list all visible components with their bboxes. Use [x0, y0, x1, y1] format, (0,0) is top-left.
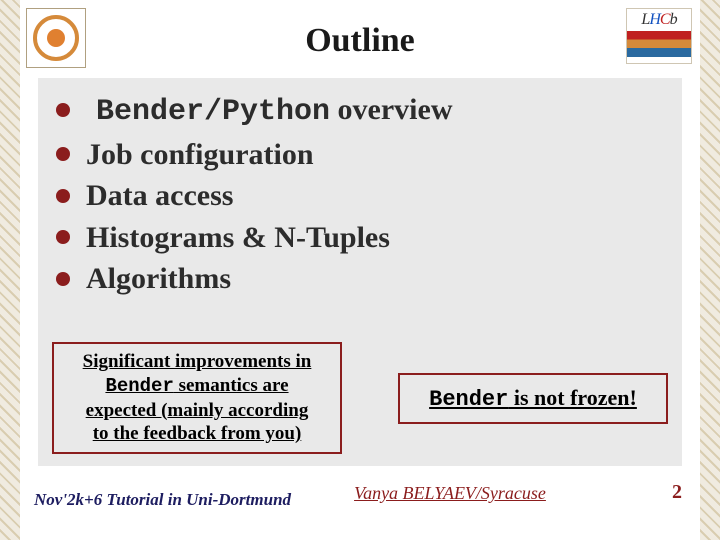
- bullet-text: overview: [330, 93, 452, 126]
- lhcb-h: H: [649, 11, 660, 28]
- lhcb-bands-icon: [626, 31, 692, 57]
- decor-border-right: [700, 0, 720, 540]
- content-area: Bender/Python overview Job configuration…: [38, 78, 682, 466]
- callout-text: is not frozen!: [508, 385, 637, 410]
- callout-line: to the feedback from you): [60, 422, 334, 446]
- callout-line: Bender semantics are: [60, 374, 334, 399]
- bullet-mono: Bender/Python: [96, 95, 330, 129]
- lhcb-b: b: [670, 11, 677, 28]
- bullet-list: Bender/Python overview Job configuration…: [56, 90, 670, 299]
- bullet-text: Data access: [86, 179, 233, 212]
- bullet-item: Bender/Python overview: [56, 90, 670, 133]
- slide-title: Outline: [30, 22, 690, 60]
- lhcb-logo-text: LHCb: [627, 11, 691, 29]
- callout-mono: Bender: [429, 387, 508, 412]
- callout-mono: Bender: [105, 375, 173, 397]
- decor-border-left: [0, 0, 20, 540]
- bullet-item: Algorithms: [56, 259, 670, 299]
- not-frozen-callout: Bender is not frozen!: [398, 373, 668, 424]
- bullet-text: Histograms & N-Tuples: [86, 221, 390, 254]
- bullet-text: Job configuration: [86, 138, 314, 171]
- lhcb-c: C: [660, 11, 670, 28]
- header: Outline LHCb: [30, 8, 690, 72]
- improvements-callout: Significant improvements in Bender seman…: [52, 342, 342, 454]
- bullet-item: Data access: [56, 176, 670, 216]
- bullet-text: Algorithms: [86, 262, 231, 295]
- callout-line: expected (mainly according: [60, 399, 334, 423]
- footer-author: Vanya BELYAEV/Syracuse: [30, 483, 690, 504]
- bullet-item: Job configuration: [56, 135, 670, 175]
- slide: Outline LHCb Bender/Python overview Job …: [30, 8, 690, 518]
- lhcb-logo: LHCb: [626, 8, 692, 64]
- callout-line: Significant improvements in: [60, 350, 334, 374]
- callout-text: semantics are: [174, 375, 289, 396]
- footer: Nov'2k+6 Tutorial in Uni-Dortmund Vanya …: [30, 484, 690, 514]
- page-number: 2: [672, 481, 682, 504]
- callout-row: Significant improvements in Bender seman…: [52, 342, 668, 454]
- bullet-item: Histograms & N-Tuples: [56, 218, 670, 258]
